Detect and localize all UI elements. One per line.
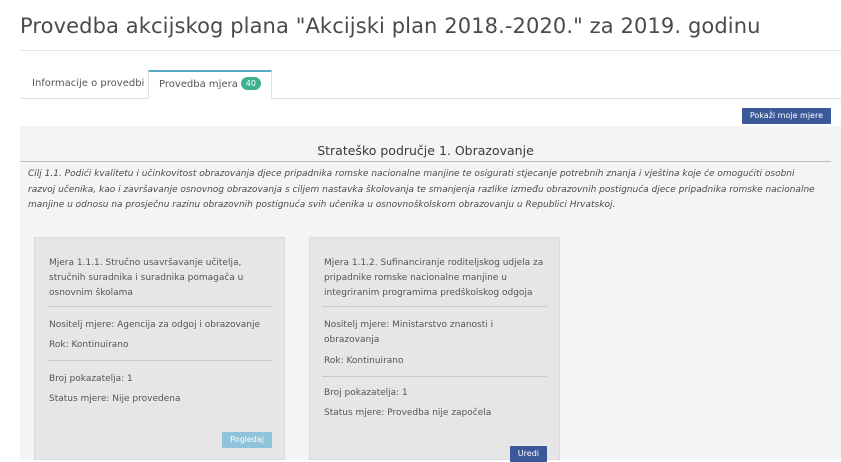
view-button[interactable]: Pogledaj xyxy=(222,432,272,448)
card-divider xyxy=(47,360,272,361)
measure-card: Mjera 1.1.1. Stručno usavršavanje učitel… xyxy=(34,237,285,460)
area-divider xyxy=(20,161,831,162)
tab-label: Informacije o provedbi xyxy=(32,78,145,89)
measure-title: Mjera 1.1.2. Sufinanciranje roditeljskog… xyxy=(324,258,544,298)
measure-status: Status mjere: Nije provedena xyxy=(49,394,181,404)
card-divider xyxy=(322,306,547,307)
measure-deadline: Rok: Kontinuirano xyxy=(49,340,129,350)
tab-measures[interactable]: Provedba mjera 40 xyxy=(148,70,272,100)
measure-title: Mjera 1.1.1. Stručno usavršavanje učitel… xyxy=(49,258,244,298)
card-divider xyxy=(322,376,547,377)
card-divider xyxy=(47,306,272,307)
page-title: Provedba akcijskog plana "Akcijski plan … xyxy=(20,14,761,38)
measure-indicators: Broj pokazatelja: 1 xyxy=(324,388,408,398)
measure-card: Mjera 1.1.2. Sufinanciranje roditeljskog… xyxy=(309,237,560,462)
measure-indicators: Broj pokazatelja: 1 xyxy=(49,374,133,384)
tab-label: Provedba mjera xyxy=(159,79,238,90)
count-badge: 40 xyxy=(240,77,261,90)
goal-text: Cilj 1.1. Podići kvalitetu i učinkovitos… xyxy=(28,169,815,210)
measure-deadline: Rok: Kontinuirano xyxy=(324,356,404,366)
show-my-measures-button[interactable]: Pokaži moje mjere xyxy=(741,108,831,124)
strategic-area-title: Strateško područje 1. Obrazovanje xyxy=(317,143,534,158)
title-divider xyxy=(20,50,841,51)
measure-holder: Nositelj mjere: Ministarstvo znanosti i … xyxy=(324,320,494,345)
measure-status: Status mjere: Provedba nije započela xyxy=(324,408,492,418)
tab-information[interactable]: Informacije o provedbi xyxy=(32,70,144,98)
measure-holder: Nositelj mjere: Agencija za odgoj i obra… xyxy=(49,320,261,330)
tab-bar: Informacije o provedbi Provedba mjera 40 xyxy=(20,70,841,100)
